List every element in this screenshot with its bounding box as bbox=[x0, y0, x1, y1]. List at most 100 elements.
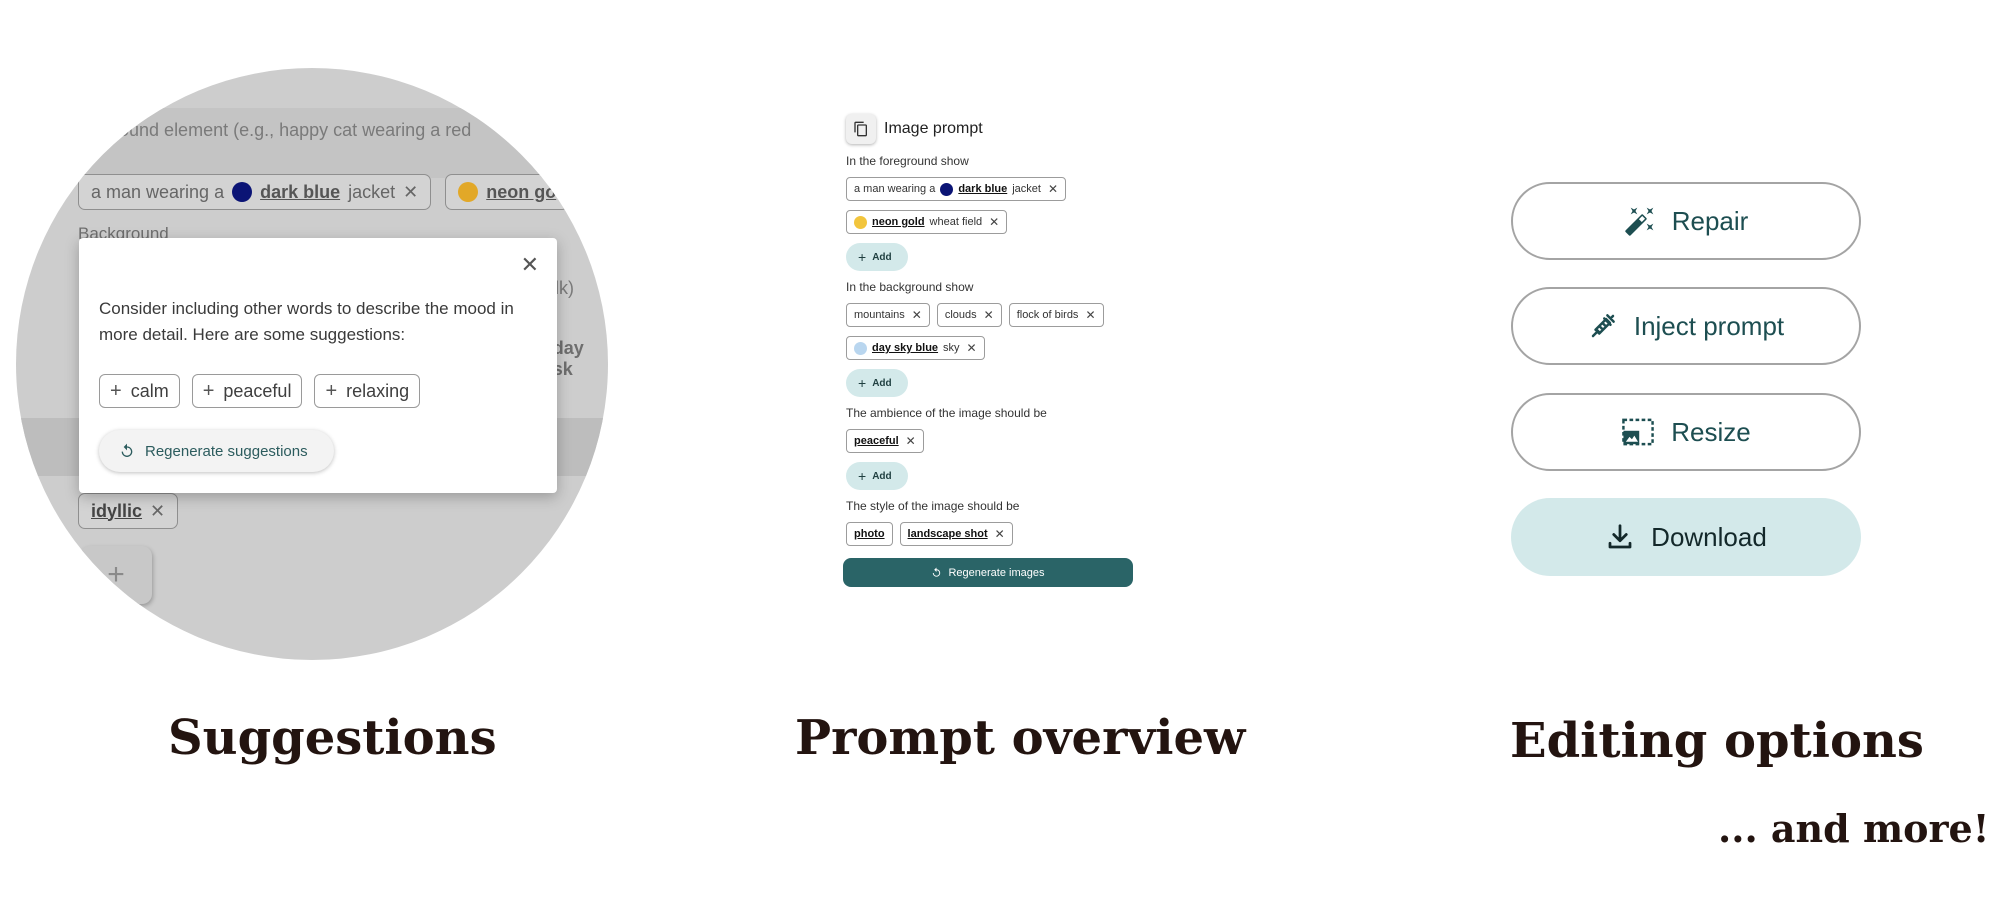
add-label: Add bbox=[872, 470, 892, 482]
copy-button[interactable] bbox=[846, 114, 876, 144]
background-chip-jacket: a man wearing a dark blue jacket ✕ bbox=[78, 174, 432, 210]
background-label: In the background show bbox=[846, 280, 974, 294]
prompt-overview-panel: Image prompt In the foreground show a ma… bbox=[843, 113, 1146, 587]
style-label: The style of the image should be bbox=[846, 499, 1020, 513]
chip-label: relaxing bbox=[346, 380, 410, 401]
close-icon: ✕ bbox=[403, 181, 419, 202]
background-add-button[interactable]: + Add bbox=[846, 369, 908, 397]
chip-label: photo bbox=[854, 528, 885, 540]
regenerate-suggestions-button[interactable]: Regenerate suggestions bbox=[99, 430, 334, 472]
suggestion-chip-calm[interactable]: + calm bbox=[99, 374, 180, 408]
plus-icon: + bbox=[858, 468, 867, 484]
foreground-chip-row: neon gold wheat field ✕ bbox=[846, 210, 1146, 234]
background-chip[interactable]: clouds ✕ bbox=[936, 303, 1002, 327]
background-chip[interactable]: mountains ✕ bbox=[846, 303, 930, 327]
foreground-chip[interactable]: neon gold wheat field ✕ bbox=[846, 210, 1008, 234]
copy-icon bbox=[854, 121, 867, 137]
inject-prompt-label: Inject prompt bbox=[1633, 310, 1785, 341]
chip-label: clouds bbox=[944, 309, 977, 321]
magic-wand-icon bbox=[1625, 207, 1654, 236]
ambience-chip-row: peaceful ✕ bbox=[846, 429, 1146, 453]
suggestions-magnifier: ...ground element (e.g., happy cat weari… bbox=[16, 68, 608, 660]
chip-prefix: a man wearing a bbox=[854, 183, 936, 195]
chip-label: peaceful bbox=[223, 380, 292, 401]
chip-suffix: sky bbox=[943, 342, 960, 354]
color-dot bbox=[940, 182, 954, 196]
background-color-chip[interactable]: day sky blue sky ✕ bbox=[846, 336, 985, 360]
plus-icon: + bbox=[202, 379, 215, 402]
caption-editing-options: Editing options bbox=[1510, 713, 1924, 769]
color-dot bbox=[854, 215, 867, 229]
regenerate-images-button[interactable]: Regenerate images bbox=[843, 558, 1133, 587]
repair-label: Repair bbox=[1671, 205, 1749, 236]
chip-suffix: wheat field bbox=[929, 216, 983, 228]
close-icon[interactable]: ✕ bbox=[1085, 308, 1095, 322]
chip-color-name: day sk bbox=[552, 338, 584, 379]
close-icon[interactable]: ✕ bbox=[1048, 182, 1058, 196]
plus-icon: + bbox=[325, 379, 338, 402]
close-icon[interactable]: ✕ bbox=[984, 308, 994, 322]
caption-and-more: ... and more! bbox=[1718, 806, 1990, 851]
chip-label: mountains bbox=[854, 309, 905, 321]
download-button[interactable]: Download bbox=[1511, 498, 1861, 576]
background-chip-row: mountains ✕ clouds ✕ flock of birds ✕ bbox=[846, 303, 1146, 327]
suggestions-popup: ✕ Consider including other words to desc… bbox=[79, 238, 557, 493]
add-label: Add bbox=[872, 251, 892, 263]
undo-icon bbox=[121, 443, 133, 457]
foreground-add-button[interactable]: + Add bbox=[846, 243, 908, 271]
color-dot bbox=[232, 182, 253, 202]
regenerate-images-label: Regenerate images bbox=[948, 566, 1045, 579]
plus-icon: + bbox=[858, 249, 867, 265]
chip-label: flock of birds bbox=[1016, 309, 1079, 321]
add-icon: + bbox=[80, 546, 152, 604]
resize-label: Resize bbox=[1671, 416, 1751, 447]
background-chip-idyllic: idyllic ✕ bbox=[78, 493, 179, 529]
color-dot bbox=[854, 341, 867, 355]
download-label: Download bbox=[1651, 521, 1767, 552]
chip-label: calm bbox=[130, 380, 169, 401]
close-icon[interactable]: ✕ bbox=[521, 252, 539, 278]
chip-color-name: day sky blue bbox=[872, 342, 939, 354]
ambience-chip[interactable]: peaceful ✕ bbox=[846, 429, 924, 453]
style-chip-row: photo landscape shot ✕ bbox=[846, 522, 1146, 546]
suggestions-text: Consider including other words to descri… bbox=[99, 299, 514, 344]
chip-label: idyllic bbox=[91, 500, 143, 521]
prompt-header: Image prompt bbox=[846, 113, 1146, 145]
foreground-chip-row: a man wearing a dark blue jacket ✕ bbox=[846, 177, 1146, 201]
close-icon[interactable]: ✕ bbox=[906, 434, 916, 448]
chip-prefix: a man wearing a bbox=[91, 181, 225, 202]
ambience-add-button[interactable]: + Add bbox=[846, 462, 908, 490]
syringe-icon bbox=[1591, 314, 1615, 338]
chip-color-name: dark blue bbox=[260, 181, 341, 202]
suggestion-chips: + calm + peaceful + relaxing bbox=[99, 374, 421, 408]
close-icon: ✕ bbox=[150, 500, 166, 521]
foreground-chip[interactable]: a man wearing a dark blue jacket ✕ bbox=[846, 177, 1067, 201]
chip-suffix: jacket bbox=[348, 181, 396, 202]
background-input-band bbox=[16, 108, 608, 178]
style-chip[interactable]: photo bbox=[846, 522, 893, 546]
background-chip-gold: neon go bbox=[445, 174, 570, 210]
background-chip[interactable]: flock of birds ✕ bbox=[1008, 303, 1104, 327]
chip-label: landscape shot bbox=[907, 528, 988, 540]
inject-prompt-button[interactable]: Inject prompt bbox=[1511, 287, 1861, 365]
close-icon[interactable]: ✕ bbox=[989, 215, 999, 229]
suggestion-chip-peaceful[interactable]: + peaceful bbox=[191, 374, 303, 408]
resize-image-icon bbox=[1622, 418, 1655, 446]
repair-button[interactable]: Repair bbox=[1511, 182, 1861, 260]
close-icon[interactable]: ✕ bbox=[912, 308, 922, 322]
background-chip-row: a man wearing a dark blue jacket ✕ neon … bbox=[78, 174, 570, 210]
style-chip[interactable]: landscape shot ✕ bbox=[899, 522, 1013, 546]
chip-suffix: jacket bbox=[1012, 183, 1041, 195]
caption-prompt-overview: Prompt overview bbox=[795, 710, 1246, 766]
resize-button[interactable]: Resize bbox=[1511, 393, 1861, 471]
chip-color-name: neon gold bbox=[872, 216, 925, 228]
color-dot bbox=[458, 182, 479, 202]
chip-color-name: neon go bbox=[486, 181, 557, 202]
caption-suggestions: Suggestions bbox=[168, 710, 497, 766]
plus-icon: + bbox=[858, 375, 867, 391]
suggestion-chip-relaxing[interactable]: + relaxing bbox=[314, 374, 421, 408]
download-icon bbox=[1608, 524, 1632, 549]
close-icon[interactable]: ✕ bbox=[967, 341, 977, 355]
close-icon[interactable]: ✕ bbox=[995, 527, 1005, 541]
plus-icon: + bbox=[110, 379, 122, 402]
